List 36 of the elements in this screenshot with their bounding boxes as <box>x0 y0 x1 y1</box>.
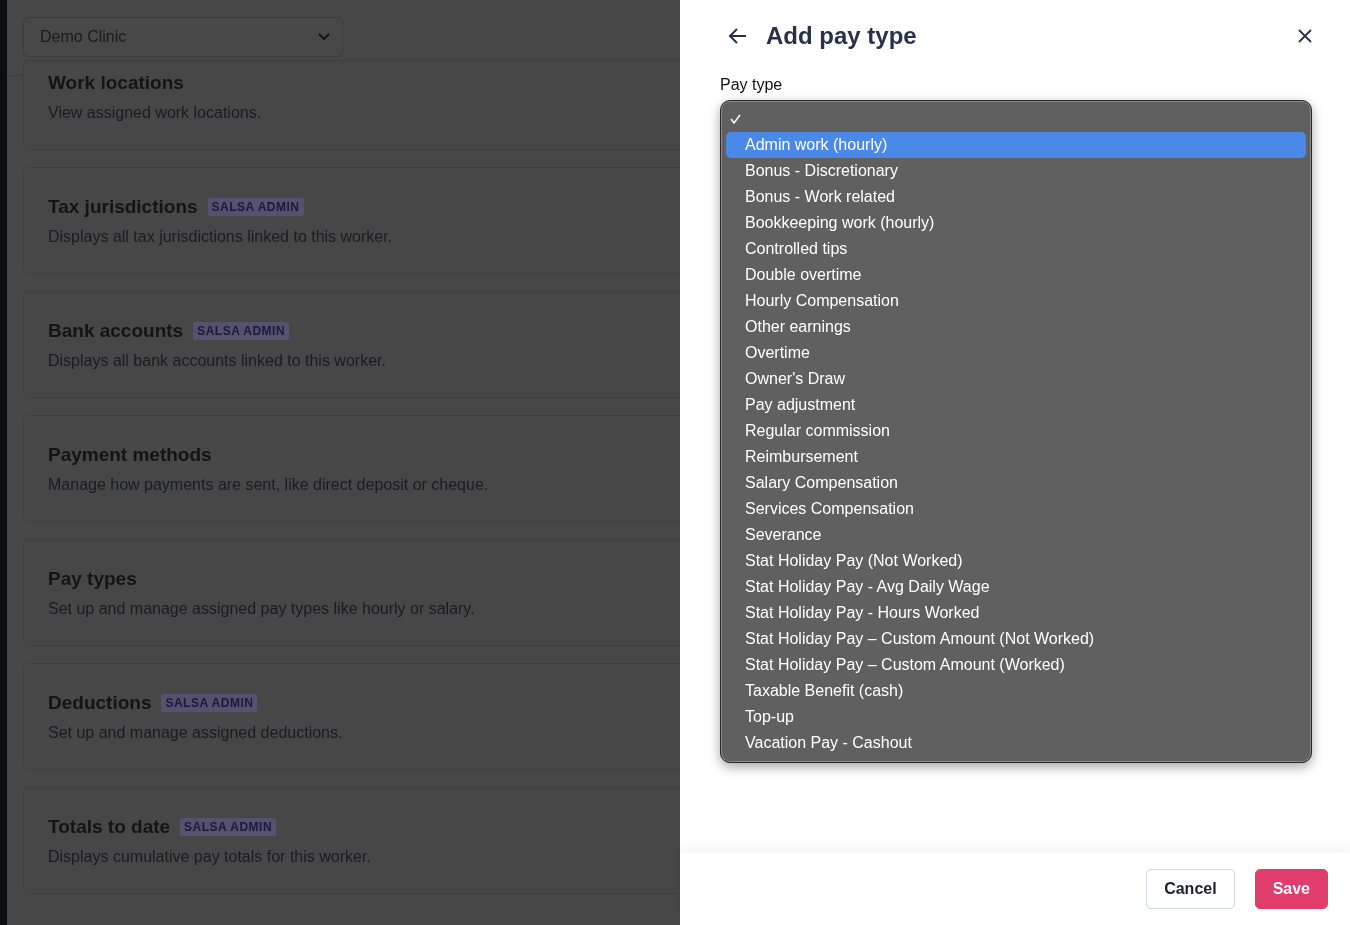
option-item[interactable]: Top-up <box>726 704 1306 730</box>
option-item[interactable]: Vacation Pay - Cashout <box>726 730 1306 756</box>
option-item[interactable]: Stat Holiday Pay (Not Worked) <box>726 548 1306 574</box>
option-item[interactable]: Other earnings <box>726 314 1306 340</box>
option-item[interactable]: Controlled tips <box>726 236 1306 262</box>
admin-badge: SALSA ADMIN <box>193 322 290 340</box>
option-item[interactable]: Stat Holiday Pay - Hours Worked <box>726 600 1306 626</box>
field-label: Pay type <box>720 76 784 94</box>
option-item[interactable]: Taxable Benefit (cash) <box>726 678 1306 704</box>
option-item[interactable]: Hourly Compensation <box>726 288 1306 314</box>
save-button[interactable]: Save <box>1254 869 1328 909</box>
option-item[interactable]: Bonus - Discretionary <box>726 158 1306 184</box>
option-item[interactable]: Bookkeeping work (hourly) <box>726 210 1306 236</box>
option-item[interactable]: Admin work (hourly) <box>726 132 1306 158</box>
option-item[interactable]: Services Compensation <box>726 496 1306 522</box>
admin-badge: SALSA ADMIN <box>207 198 304 216</box>
option-item[interactable]: Reimbursement <box>726 444 1306 470</box>
admin-badge: SALSA ADMIN <box>161 694 258 712</box>
option-item[interactable]: Overtime <box>726 340 1306 366</box>
option-item[interactable]: Salary Compensation <box>726 470 1306 496</box>
option-item[interactable]: Bonus - Work related <box>726 184 1306 210</box>
option-item[interactable]: Regular commission <box>726 418 1306 444</box>
drawer-title: Add pay type <box>766 22 918 50</box>
back-arrow-icon[interactable] <box>728 27 748 45</box>
chevron-down-icon <box>318 33 330 41</box>
option-item[interactable]: Pay adjustment <box>726 392 1306 418</box>
option-item[interactable]: Double overtime <box>726 262 1306 288</box>
option-item[interactable]: Stat Holiday Pay - Avg Daily Wage <box>726 574 1306 600</box>
close-icon[interactable] <box>1298 29 1312 43</box>
admin-badge: SALSA ADMIN <box>180 818 277 836</box>
pay-type-listbox[interactable] <box>720 100 1312 763</box>
option-item[interactable]: Severance <box>726 522 1306 548</box>
option-item[interactable]: Stat Holiday Pay – Custom Amount (Not Worked) <box>726 626 1306 652</box>
cancel-button[interactable]: Cancel <box>1146 869 1235 909</box>
option-item[interactable]: Stat Holiday Pay – Custom Amount (Worked) <box>726 652 1306 678</box>
option-item[interactable]: Owner's Draw <box>726 366 1306 392</box>
